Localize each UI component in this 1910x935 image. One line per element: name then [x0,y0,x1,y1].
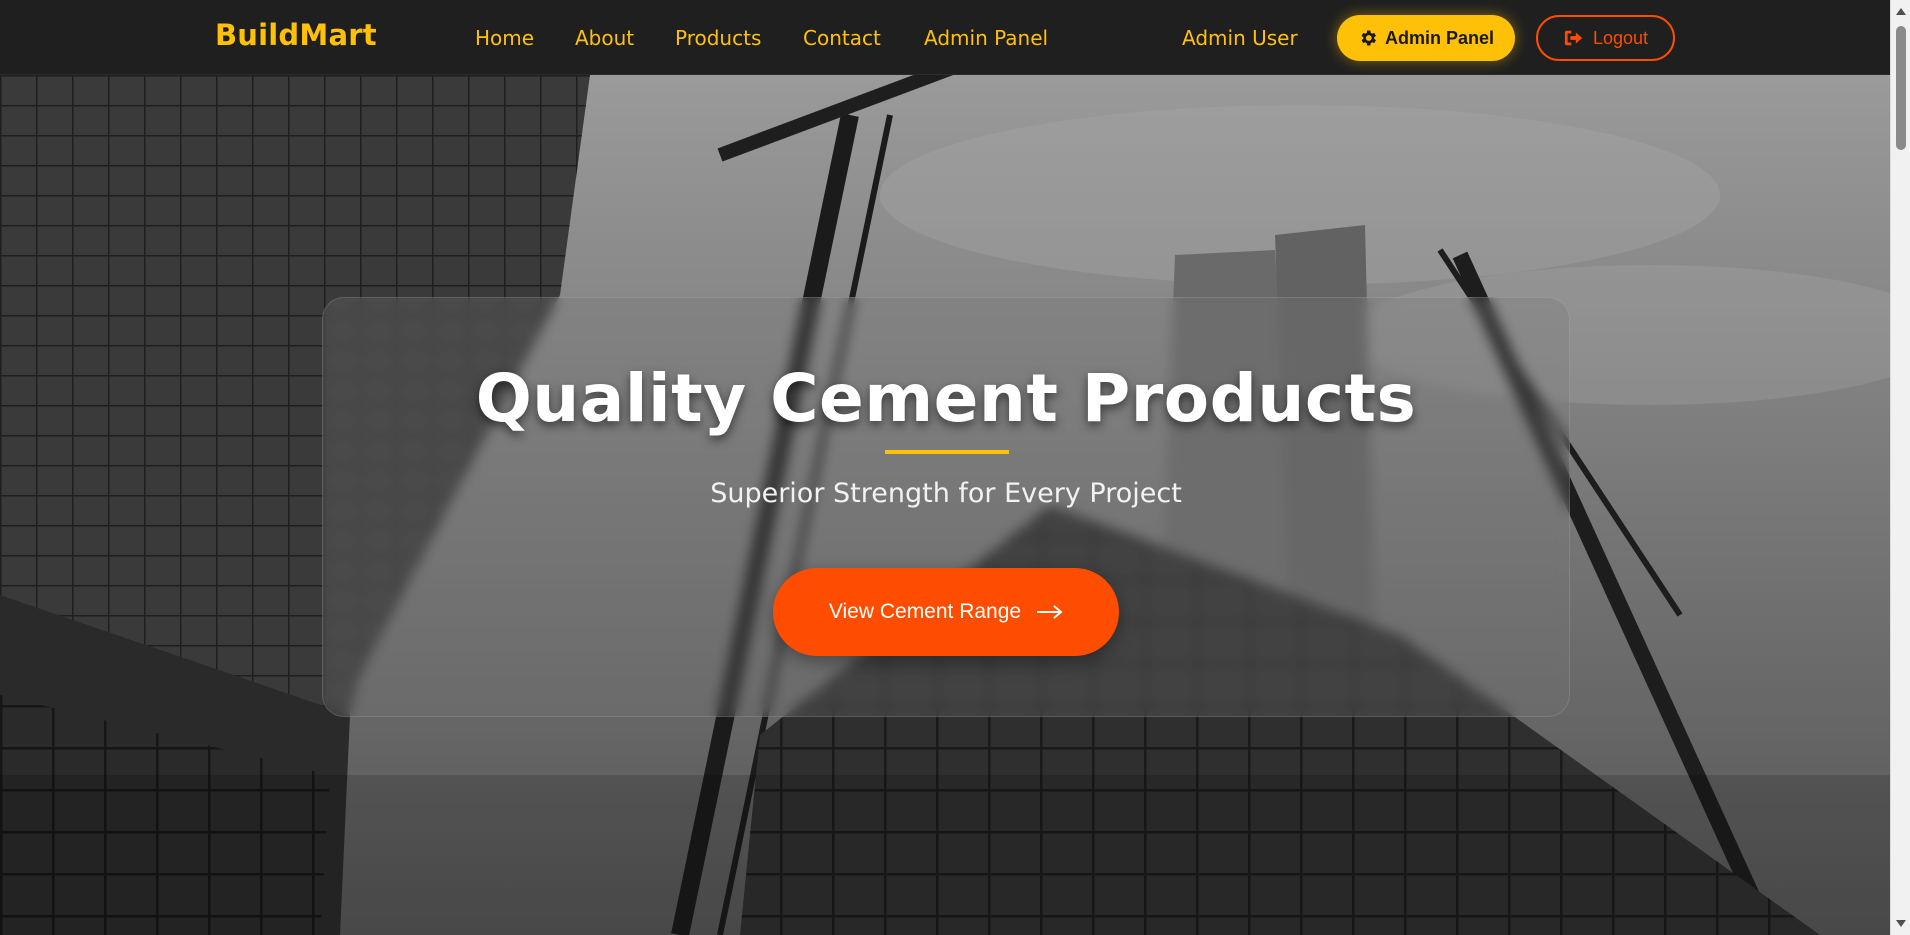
sign-out-icon [1563,28,1585,48]
admin-panel-button-label: Admin Panel [1384,27,1495,48]
nav-link-contact[interactable]: Contact [803,26,881,50]
scrollbar-thumb[interactable] [1896,26,1906,150]
logout-button-label: Logout [1592,27,1649,48]
nav-link-home[interactable]: Home [475,26,534,50]
logout-button[interactable]: Logout [1536,15,1675,61]
admin-panel-button[interactable]: Admin Panel [1337,15,1515,61]
hero-title: Quality Cement Products [475,360,1417,437]
nav-link-products[interactable]: Products [675,26,761,50]
hero-card: Quality Cement Products Superior Strengt… [322,297,1570,717]
view-cement-range-button[interactable]: View Cement Range [773,568,1119,656]
top-navbar: BuildMart Home About Products Contact Ad… [0,0,1890,75]
scroll-down-arrow-icon[interactable] [1896,920,1906,927]
nav-link-admin-panel[interactable]: Admin Panel [924,26,1048,50]
view-cement-range-label: View Cement Range [828,600,1022,623]
hero-carousel: Quality Cement Products Superior Strengt… [0,75,1890,935]
arrow-right-icon [1037,605,1063,619]
brand-logo[interactable]: BuildMart [215,18,377,52]
scroll-up-arrow-icon[interactable] [1896,8,1906,15]
hero-subtitle: Superior Strength for Every Project [710,478,1182,509]
gear-icon [1358,28,1378,48]
current-user-name: Admin User [1182,26,1298,50]
nav-link-about[interactable]: About [575,26,634,50]
hero-title-underline [885,450,1009,454]
page-scrollbar[interactable] [1890,0,1910,935]
